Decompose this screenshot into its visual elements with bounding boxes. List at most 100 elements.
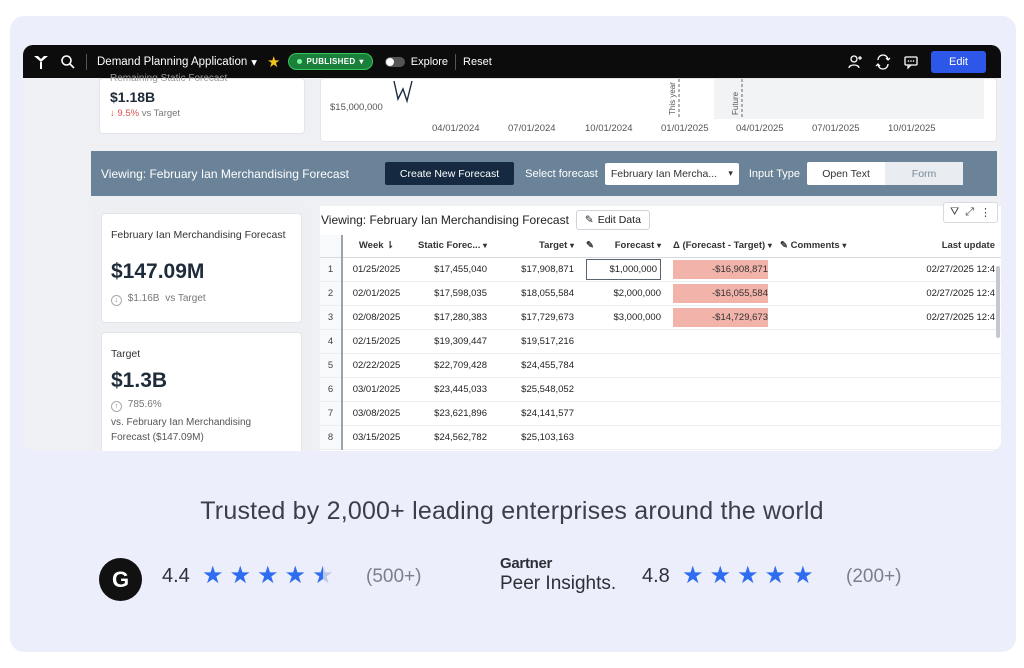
column-header-last-update[interactable]: Last update [882,235,1001,258]
kpi-delta-value: 785.6% [127,399,162,410]
table-row[interactable]: 3 02/08/2025 $17,280,383 $17,729,673 $3,… [320,305,1001,330]
cell-target: $18,055,584 [493,281,580,306]
cell-comments[interactable] [774,305,882,330]
table-scrollbar[interactable] [996,266,1000,338]
star-icon: ★ [257,562,279,589]
star-icon: ★ [229,562,252,589]
table-row[interactable]: 5 02/22/2025 $22,709,428 $24,455,784 [320,353,1001,378]
g2-stars: ★ ★ ★ ★ ★ [202,564,334,588]
select-forecast-label: Select forecast [525,167,598,180]
column-header-target[interactable]: Target ▾ [493,235,580,258]
forecast-select[interactable]: February Ian Mercha... ▾ [604,162,739,185]
kpi-label: February Ian Merchandising Forecast [111,229,286,241]
column-header-comments[interactable]: ✎ Comments ▾ [774,235,882,258]
card-value: $1.18B [110,89,156,105]
column-header-week[interactable]: Week ⇂ [342,235,410,258]
cell-forecast[interactable] [580,377,667,402]
input-type-form[interactable]: Form [885,162,964,185]
star-icon: ★ [737,562,759,589]
favorite-star-icon[interactable]: ★ [267,53,280,71]
table-row[interactable]: 7 03/08/2025 $23,621,896 $24,141,577 [320,401,1001,426]
reset-button[interactable]: Reset [463,56,492,68]
cell-static-forecast: $17,598,035 [410,281,493,306]
row-index: 1 [320,257,343,282]
cell-forecast[interactable] [580,353,667,378]
cell-week: 03/15/2025 [342,425,410,450]
app-logo-icon[interactable] [32,53,50,71]
chevron-down-icon: ▾ [569,241,574,251]
trust-headline: Trusted by 2,000+ leading enterprises ar… [200,497,824,525]
filter-icon[interactable]: ⛛ [950,206,959,219]
search-icon[interactable] [60,54,76,70]
app-screenshot: Demand Planning Application ▾ ★ PUBLISHE… [23,45,1001,451]
comment-icon[interactable] [903,54,919,70]
table-row[interactable]: 2 02/01/2025 $17,598,035 $18,055,584 $2,… [320,281,1001,306]
delta-pct: 9.5% [117,108,140,119]
column-header-forecast[interactable]: ✎ Forecast ▾ [580,235,667,258]
cell-comments[interactable] [774,353,882,378]
table-header-bar: Viewing: February Ian Merchandising Fore… [320,202,1001,234]
edit-data-button[interactable]: ✎ Edit Data [575,210,650,230]
star-icon: ★ [202,562,224,589]
cell-comments[interactable] [774,401,882,426]
cell-comments[interactable] [774,329,882,354]
x-tick-label: 01/01/2025 [661,123,709,134]
table-row[interactable]: 8 03/15/2025 $24,562,782 $25,103,163 [320,425,1001,450]
column-header-static-forecast[interactable]: Static Forec... ▾ [410,235,493,258]
cell-static-forecast: $19,309,447 [410,329,493,354]
row-index: 3 [320,305,343,330]
cell-static-forecast: $22,709,428 [410,353,493,378]
row-index: 2 [320,281,343,306]
star-icon: ★ [709,562,732,589]
cell-target: $25,548,052 [493,377,580,402]
app-title-menu[interactable]: Demand Planning Application ▾ [97,55,257,69]
cell-last-update [882,425,1001,450]
more-options-icon[interactable]: ⋮ [980,206,991,219]
cell-comments[interactable] [774,257,882,282]
cell-week: 02/15/2025 [342,329,410,354]
kpi-delta: ↓ $1.16B vs Target [111,293,206,306]
chevron-down-icon: ▾ [656,241,661,251]
cell-forecast[interactable]: $2,000,000 [580,281,667,306]
chevron-down-icon: ▾ [842,241,847,251]
chevron-down-icon: ▾ [728,168,733,178]
gartner-logo-line1: Gartner [500,555,553,572]
cell-comments[interactable] [774,377,882,402]
table-row[interactable]: 1 01/25/2025 $17,455,040 $17,908,871 $1,… [320,257,1001,282]
cell-forecast[interactable] [580,329,667,354]
cell-forecast[interactable]: $3,000,000 [580,305,667,330]
explore-toggle[interactable] [384,56,405,67]
cell-delta: -$16,055,584 [667,281,774,306]
cell-week: 03/01/2025 [342,377,410,402]
cell-forecast[interactable] [580,401,667,426]
cell-forecast[interactable] [580,425,667,450]
expand-icon[interactable]: ⤢ [965,206,974,219]
sync-icon[interactable] [875,53,891,70]
cell-forecast[interactable]: $1,000,000 [580,257,667,282]
cell-comments[interactable] [774,281,882,306]
x-tick-label: 10/01/2025 [888,123,936,134]
input-type-toggle: Open Text Form [807,162,964,185]
gartner-logo: Gartner Peer Insights. [500,555,616,595]
table-row[interactable]: 4 02/15/2025 $19,309,447 $19,517,216 [320,329,1001,354]
x-tick-label: 10/01/2024 [585,123,633,134]
table-row[interactable]: 6 03/01/2025 $23,445,033 $25,548,052 [320,377,1001,402]
status-badge[interactable]: PUBLISHED ▾ [288,53,373,70]
cell-delta [667,377,774,402]
this-year-label: This year [668,82,677,115]
chevron-down-icon: ▾ [767,241,772,251]
add-user-icon[interactable] [847,54,863,70]
create-forecast-button[interactable]: Create New Forecast [384,162,515,185]
cell-last-update [882,353,1001,378]
column-header-delta[interactable]: Δ (Forecast - Target) ▾ [667,235,774,258]
target-kpi-card: Target $1.3B ↑ 785.6% vs. February Ian M… [101,332,302,451]
gartner-logo-line2: Peer Insights. [500,573,617,594]
gartner-rating: 4.8 [642,565,670,587]
input-type-open-text[interactable]: Open Text [807,162,885,185]
cell-delta: -$16,908,871 [667,257,774,282]
cell-target: $17,908,871 [493,257,580,282]
edit-button[interactable]: Edit [931,50,986,73]
cell-comments[interactable] [774,425,882,450]
g2-logo-icon: G [99,558,142,601]
cell-last-update [882,329,1001,354]
